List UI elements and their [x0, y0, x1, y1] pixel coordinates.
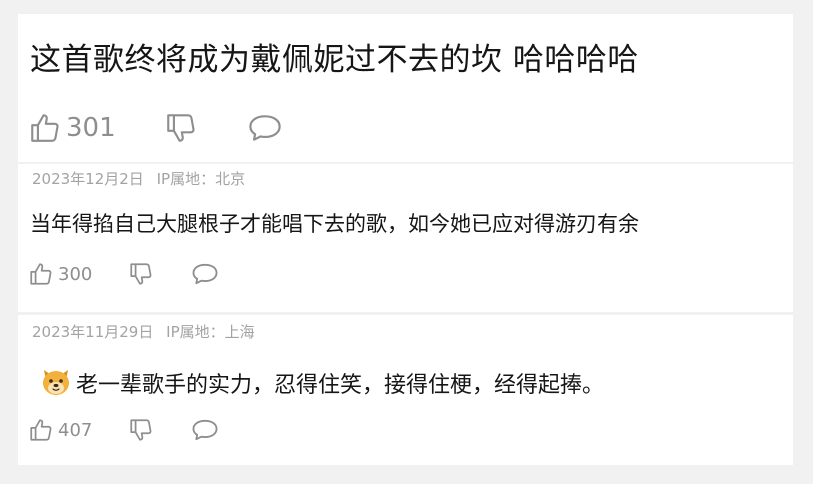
comment-card: 2023年12月2日 IP属地：北京 当年得掐自己大腿根子才能唱下去的歌，如今她…: [18, 164, 793, 312]
comment-location: IP属地：北京: [156, 170, 246, 188]
dislike-button[interactable]: [128, 417, 154, 443]
reply-button[interactable]: [246, 111, 284, 145]
thumbs-up-icon: [30, 263, 52, 285]
comment-meta: 2023年12月2日 IP属地：北京: [32, 168, 253, 189]
comment-bubble-icon: [192, 419, 218, 441]
comment-actions: 301: [28, 111, 284, 145]
comment-meta: 2023年11月29日 IP属地：上海: [32, 321, 263, 342]
comment-card: 2023年11月29日 IP属地：上海 老一辈歌手的实力，忍得住笑，接得住梗，经…: [18, 315, 793, 465]
like-button[interactable]: 407: [28, 417, 92, 443]
like-count: 407: [58, 419, 93, 441]
comment-text: 老一辈歌手的实力，忍得住笑，接得住梗，经得起捧。: [76, 373, 605, 398]
comment-text: 这首歌终将成为戴佩妮过不去的坎 哈哈哈哈: [30, 42, 639, 78]
comment-actions: 407: [28, 417, 220, 443]
thumbs-down-icon: [130, 263, 152, 285]
comment-location: IP属地：上海: [166, 323, 255, 341]
like-count: 300: [58, 263, 93, 285]
like-button[interactable]: 300: [28, 261, 92, 287]
thumbs-down-icon: [166, 114, 195, 142]
comment-card: 这首歌终将成为戴佩妮过不去的坎 哈哈哈哈 301: [18, 14, 793, 162]
thumbs-up-icon: [30, 419, 52, 441]
comment-date: 2023年12月2日: [32, 170, 144, 188]
like-button[interactable]: 301: [28, 111, 116, 145]
reply-button[interactable]: [190, 261, 220, 287]
thumbs-up-icon: [31, 114, 59, 142]
like-count: 301: [66, 113, 116, 143]
thumbs-down-icon: [130, 419, 152, 441]
comment-date: 2023年11月29日: [32, 323, 154, 341]
dog-face-emoji-icon: [43, 370, 69, 395]
dislike-button[interactable]: [128, 261, 154, 287]
comment-actions: 300: [28, 261, 220, 287]
comment-bubble-icon: [192, 263, 218, 285]
dislike-button[interactable]: [164, 111, 198, 145]
reply-button[interactable]: [190, 417, 220, 443]
comment-bubble-icon: [248, 115, 281, 141]
comment-text: 当年得掐自己大腿根子才能唱下去的歌，如今她已应对得游刃有余: [30, 212, 639, 236]
